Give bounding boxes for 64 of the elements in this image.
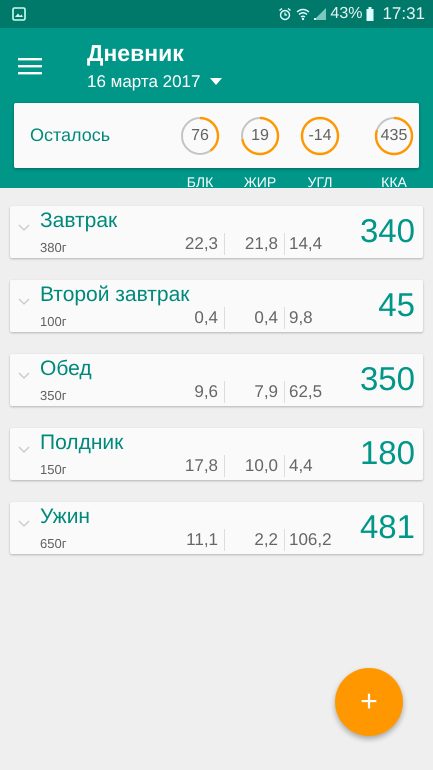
nutrient-caption: УГЛ (306, 174, 334, 190)
remaining-label: Осталось (30, 125, 112, 146)
nutrient-caption: ЖИР (242, 174, 278, 190)
meal-weight: 150г (40, 462, 68, 477)
alarm-icon (278, 7, 292, 21)
clock-time: 17:31 (382, 4, 425, 24)
nutrient-value: 9,8 (288, 307, 313, 329)
nutrient-value: 10,0 (225, 455, 285, 477)
menu-icon[interactable] (18, 56, 42, 74)
meal-calories: 481 (360, 508, 415, 546)
meal-card[interactable]: Обед 350г 9,6 7,9 62,5 350 (10, 354, 423, 406)
nutrient-value: 9,6 (165, 381, 225, 403)
nutrient-value: 21,8 (225, 233, 285, 255)
nutrient-value: 4,4 (288, 455, 313, 477)
nutrient-value: 11,1 (165, 529, 225, 551)
progress-ring (373, 114, 415, 156)
battery-icon (366, 7, 374, 21)
progress-ring (299, 114, 341, 156)
meal-name: Полдник (40, 431, 124, 455)
nutrient-value: 22,3 (165, 233, 225, 255)
meal-card[interactable]: Завтрак 380г 22,3 21,8 14,4 340 (10, 206, 423, 258)
meal-calories: 180 (360, 434, 415, 472)
nutrient-value: 0,4 (165, 307, 225, 329)
chevron-down-icon[interactable] (18, 446, 30, 453)
meal-calories: 340 (360, 212, 415, 250)
dropdown-caret-icon (210, 78, 222, 85)
meal-calories: 350 (360, 360, 415, 398)
meal-name: Ужин (40, 505, 92, 529)
ring-value: -14 (308, 126, 332, 144)
meal-card[interactable]: Ужин 650г 11,1 2,2 106,2 481 (10, 502, 423, 554)
meal-name: Второй завтрак (40, 283, 190, 307)
nutrient-value: 2,2 (225, 529, 285, 551)
ring-value: 76 (191, 126, 209, 144)
meal-calories: 45 (378, 286, 415, 324)
ring-value: 19 (251, 126, 269, 144)
nutrient-caption: БЛК (186, 174, 214, 190)
progress-ring (239, 114, 281, 156)
chevron-down-icon[interactable] (18, 372, 30, 379)
screen-title: Дневник (87, 40, 185, 66)
meal-weight: 650г (40, 536, 68, 551)
chevron-down-icon[interactable] (18, 520, 30, 527)
meal-name: Обед (40, 357, 93, 381)
progress-ring (179, 114, 221, 156)
date-picker[interactable]: 16 марта 2017 (87, 72, 222, 92)
nutrient-value: 106,2 (288, 529, 332, 551)
nutrient-caption: ККА (380, 174, 408, 190)
battery-percent: 43% (330, 5, 362, 23)
ring-value: 435 (380, 126, 408, 144)
meal-weight: 350г (40, 388, 68, 403)
meal-card[interactable]: Полдник 150г 17,8 10,0 4,4 180 (10, 428, 423, 480)
meal-weight: 380г (40, 240, 68, 255)
wifi-icon (296, 7, 310, 21)
chevron-down-icon[interactable] (18, 224, 30, 231)
meal-name: Завтрак (40, 209, 118, 233)
gallery-icon (12, 7, 26, 21)
nutrient-value: 7,9 (225, 381, 285, 403)
chevron-down-icon[interactable] (18, 298, 30, 305)
meal-weight: 100г (40, 314, 68, 329)
nutrient-value: 0,4 (225, 307, 285, 329)
nutrient-value: 14,4 (288, 233, 322, 255)
meal-card[interactable]: Второй завтрак 100г 0,4 0,4 9,8 45 (10, 280, 423, 332)
nutrient-value: 62,5 (288, 381, 322, 403)
nutrient-value: 17,8 (165, 455, 225, 477)
signal-icon (314, 8, 326, 20)
